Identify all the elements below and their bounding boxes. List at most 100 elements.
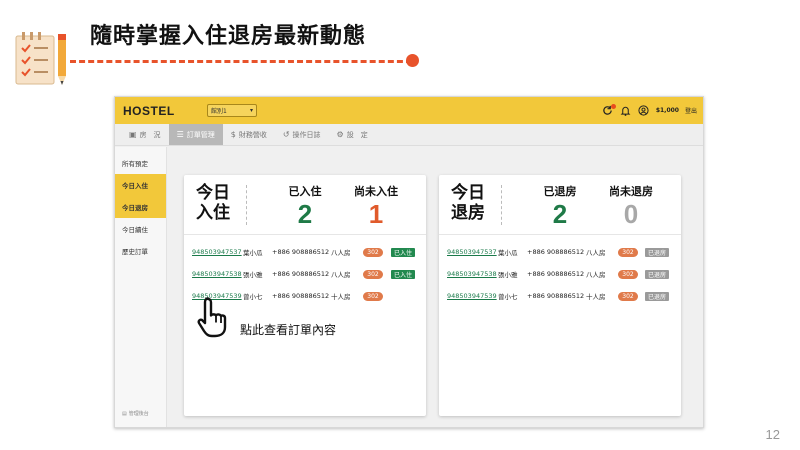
refresh-notification-icon[interactable] [602, 103, 616, 117]
guest-phone: +886 908886512 [527, 292, 585, 300]
guest-name: 曾小七 [243, 293, 263, 301]
table-row: 948503947537 葉小瓜 +886 908886512 八人房 302 … [439, 241, 681, 263]
sidebar-item-all-bookings[interactable]: 所有預定 [115, 152, 166, 174]
sidebar-item-today-checkout[interactable]: 今日退房 [115, 196, 166, 218]
guest-phone: +886 908886512 [272, 270, 330, 278]
table-row: 948503947538 張小雅 +886 908886512 八人房 302 … [439, 263, 681, 285]
user-avatar-icon[interactable] [638, 105, 650, 117]
checked-out-count: 2 [552, 199, 568, 229]
app-window: HOSTEL 館別1 ▾ $1,000 登出 ▣ 房 況 ☰ 訂單管理 $ 財務… [114, 96, 704, 428]
room-type: 八人房 [586, 249, 606, 257]
page-number: 12 [765, 427, 780, 442]
brand-logo[interactable]: HOSTEL [123, 104, 175, 118]
status-badge: 已入住 [391, 269, 416, 279]
slide-title: 隨時掌握入住退房最新動態 [90, 24, 367, 49]
pointing-hand-icon [197, 297, 227, 338]
tab-operation-log[interactable]: ↺ 操作日誌 [275, 124, 329, 145]
title-divider-dot [406, 54, 419, 67]
pending-checkin-label: 尚未入住 [354, 185, 398, 198]
checked-out-stat: 已退房 2 [525, 183, 595, 229]
room-number-badge: 302 [363, 269, 383, 279]
hint-text: 點此查看訂單內容 [240, 323, 337, 337]
tab-order-management[interactable]: ☰ 訂單管理 [168, 124, 223, 145]
checkin-card-title: 今日入住 [196, 183, 230, 223]
order-id-link[interactable]: 948503947538 [192, 270, 243, 278]
notification-badge [610, 103, 616, 109]
sidebar-item-today-extend[interactable]: 今日續住 [115, 218, 166, 240]
sidebar-footer-label: 管理後台 [128, 411, 149, 417]
guest-phone: +886 908886512 [527, 248, 585, 256]
tab-settings[interactable]: ⚙ 設 定 [329, 124, 376, 145]
tab-finance[interactable]: $ 財務營收 [223, 124, 275, 145]
room-type: 十人房 [586, 293, 606, 301]
gear-icon: ⚙ [336, 130, 344, 139]
room-type: 八人房 [331, 271, 351, 279]
pending-checkout-count: 0 [623, 199, 639, 229]
checklist-pencil-icon [15, 32, 66, 85]
guest-name: 張小雅 [243, 271, 263, 279]
logout-link[interactable]: 登出 [685, 106, 697, 115]
table-row: 948503947538 張小雅 +886 908886512 八人房 302 … [184, 263, 426, 285]
room-type: 八人房 [586, 271, 606, 279]
checkin-card-header: 今日入住 已入住 2 尚未入住 1 [184, 175, 426, 235]
tab-label: 房 況 [139, 130, 161, 139]
order-id-link[interactable]: 948503947537 [192, 248, 243, 256]
divider [501, 185, 502, 225]
admin-icon: ▤ [122, 410, 127, 417]
sidebar-item-order-history[interactable]: 歷史訂單 [115, 240, 166, 262]
sidebar-item-today-checkin[interactable]: 今日入住 [115, 174, 166, 196]
chevron-down-icon: ▾ [249, 107, 253, 114]
list-icon: ☰ [176, 130, 184, 139]
dollar-icon: $ [230, 130, 236, 139]
checkout-card-title: 今日退房 [451, 183, 485, 223]
building-select[interactable]: 館別1 ▾ [207, 104, 257, 117]
order-id-link[interactable]: 948503947539 [447, 292, 498, 300]
checked-in-stat: 已入住 2 [270, 183, 340, 229]
sidebar-footer[interactable]: ▤ 管理後台 [122, 410, 149, 418]
guest-phone: +886 908886512 [527, 270, 585, 278]
checkout-list: 948503947537 葉小瓜 +886 908886512 八人房 302 … [439, 235, 681, 307]
checkout-card-header: 今日退房 已退房 2 尚未退房 0 [439, 175, 681, 235]
guest-name: 張小雅 [498, 271, 518, 279]
tab-label: 設 定 [346, 130, 368, 139]
guest-phone: +886 908886512 [272, 248, 330, 256]
top-bar: HOSTEL 館別1 ▾ $1,000 登出 [115, 97, 703, 124]
checked-in-count: 2 [297, 199, 313, 229]
status-badge: 已退房 [645, 269, 670, 279]
main-tabs: ▣ 房 況 ☰ 訂單管理 $ 財務營收 ↺ 操作日誌 ⚙ 設 定 [115, 124, 703, 146]
guest-phone: +886 908886512 [272, 292, 330, 300]
guest-name: 曾小七 [498, 293, 518, 301]
calendar-icon: ▣ [129, 130, 137, 139]
status-badge: 已入住 [391, 247, 416, 257]
pending-checkin-stat: 尚未入住 1 [341, 183, 411, 229]
tab-label: 操作日誌 [292, 130, 321, 139]
guest-name: 葉小瓜 [243, 249, 263, 257]
tab-label: 財務營收 [238, 130, 267, 139]
room-number-badge: 302 [363, 291, 383, 301]
room-type: 十人房 [331, 293, 351, 301]
guest-name: 葉小瓜 [498, 249, 518, 257]
divider [246, 185, 247, 225]
pending-checkout-stat: 尚未退房 0 [596, 183, 666, 229]
building-select-value: 館別1 [211, 108, 227, 115]
order-id-link[interactable]: 948503947537 [447, 248, 498, 256]
order-id-link[interactable]: 948503947538 [447, 270, 498, 278]
checked-out-label: 已退房 [543, 185, 577, 198]
room-number-badge: 302 [618, 247, 638, 257]
bell-icon[interactable] [620, 105, 632, 117]
room-number-badge: 302 [363, 247, 383, 257]
checkout-card: 今日退房 已退房 2 尚未退房 0 948503947537 葉小瓜 +886 … [439, 175, 681, 416]
table-row: 948503947539 曾小七 +886 908886512 十人房 302 … [439, 285, 681, 307]
tab-label: 訂單管理 [186, 130, 215, 139]
pending-checkout-label: 尚未退房 [609, 185, 653, 198]
room-number-badge: 302 [618, 291, 638, 301]
topbar-actions: $1,000 登出 [602, 97, 697, 124]
table-row: 948503947537 葉小瓜 +886 908886512 八人房 302 … [184, 241, 426, 263]
title-divider [70, 60, 412, 63]
balance-display: $1,000 [655, 107, 679, 114]
main-content: 今日入住 已入住 2 尚未入住 1 948503947537 葉小瓜 +886 … [168, 147, 703, 427]
status-badge: 已退房 [645, 291, 670, 301]
tab-room-status[interactable]: ▣ 房 況 [121, 124, 169, 145]
status-badge: 已退房 [645, 247, 670, 257]
room-type: 八人房 [331, 249, 351, 257]
